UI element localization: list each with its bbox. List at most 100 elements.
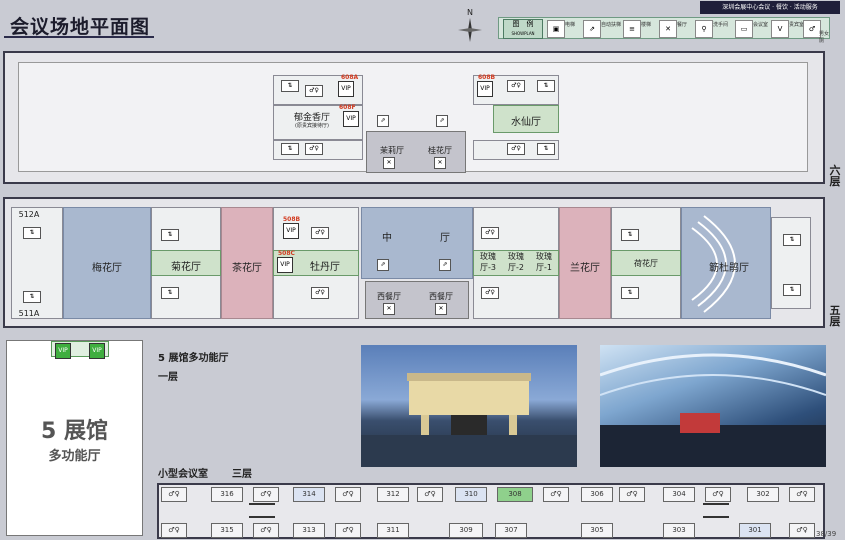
restroom-icon: ♂♀ bbox=[161, 487, 187, 502]
restroom-icon: ♂♀ bbox=[789, 487, 815, 502]
meeting-room-302[interactable]: 302 bbox=[747, 487, 779, 502]
vip-room-icon: V bbox=[771, 20, 789, 38]
restroom-icon: ♂♀ bbox=[161, 523, 187, 538]
legend-item: 电梯 bbox=[565, 22, 576, 28]
stairs-icon: ⇅ bbox=[23, 227, 41, 239]
stairs-icon: ⇅ bbox=[783, 284, 801, 296]
room-meihua: 梅花厅 bbox=[92, 263, 122, 274]
hall-5-name: 5 展馆 bbox=[41, 419, 108, 444]
meeting-room-308[interactable]: 308 bbox=[497, 487, 533, 502]
room-shuixian: 水仙厅 bbox=[511, 117, 541, 128]
restroom-icon: ♂♀ bbox=[311, 227, 329, 239]
room-code: 608B bbox=[478, 74, 496, 81]
legend-item: 洗手间 bbox=[713, 22, 729, 28]
room-note: (原贵宾接待厅) bbox=[295, 123, 329, 129]
escalator-icon: ⇗ bbox=[439, 259, 451, 271]
compass-icon: N bbox=[456, 6, 484, 44]
stairs-icon: ⇅ bbox=[281, 80, 299, 92]
legend-title-text: 图 例 bbox=[512, 20, 534, 28]
restroom-icon: ♂♀ bbox=[507, 143, 525, 155]
stairs-icon: ⇅ bbox=[281, 143, 299, 155]
vip-icon: VIP bbox=[277, 257, 293, 273]
room-code: 508C bbox=[278, 250, 295, 257]
room-code: 608F bbox=[339, 104, 356, 111]
meeting-room-315[interactable]: 315 bbox=[211, 523, 243, 538]
room-meigui-2: 玫瑰厅-2 bbox=[508, 252, 524, 272]
escalator-icon: ⇗ bbox=[583, 20, 601, 38]
room-zhong: 中 bbox=[382, 233, 392, 244]
restaurant-icon: ✕ bbox=[435, 303, 447, 315]
meeting-room-307[interactable]: 307 bbox=[495, 523, 527, 538]
title-underline bbox=[4, 36, 154, 38]
room-guihua[interactable]: 桂花厅 bbox=[423, 145, 457, 156]
room-xican-1[interactable]: 西餐厅 bbox=[371, 291, 407, 302]
compass-label: N bbox=[467, 8, 473, 17]
meeting-room-310[interactable]: 310 bbox=[455, 487, 487, 502]
room-code: 608A bbox=[341, 74, 359, 81]
stairs-icon: ⇅ bbox=[783, 234, 801, 246]
floor-5-plan: 512A 511A ⇅ ⇅ 梅花厅 菊花厅 ⇅ ⇅ 茶花厅 牡丹厅 VIP 50… bbox=[3, 197, 825, 328]
restroom-icon: ♂♀ bbox=[253, 487, 279, 502]
meeting-room-301[interactable]: 301 bbox=[739, 523, 771, 538]
floor-3-plan: ♂♀ 316 ♂♀ 314 ♂♀ 312 ♂♀ 310 308 ♂♀ 306 ♂… bbox=[157, 483, 825, 539]
room-molihua[interactable]: 茉莉厅 bbox=[375, 145, 409, 156]
legend-item: 贵宾室 bbox=[789, 22, 805, 28]
floor-5-label: 五层 bbox=[829, 304, 841, 328]
legend-item: 会议室 bbox=[753, 22, 769, 28]
vip-icon: VIP bbox=[343, 111, 359, 127]
meeting-room-311[interactable]: 311 bbox=[377, 523, 409, 538]
meeting-room-314[interactable]: 314 bbox=[293, 487, 325, 502]
legend: 图 例 SHOWPLAN ▣ 电梯 ⇗ 自动扶梯 ≡ 楼梯 ✕ 餐厅 ⚲ 洗手间… bbox=[498, 17, 830, 44]
restroom-icon: ♂♀ bbox=[305, 143, 323, 155]
legend-item: 楼梯 bbox=[641, 22, 652, 28]
meeting-room-305[interactable]: 305 bbox=[581, 523, 613, 538]
room-chahua: 茶花厅 bbox=[232, 263, 262, 274]
restaurant-icon: ✕ bbox=[659, 20, 677, 38]
restroom-icon: ♂♀ bbox=[253, 523, 279, 538]
restroom-icon: ♂♀ bbox=[481, 287, 499, 299]
restroom-icon: ♂♀ bbox=[481, 227, 499, 239]
room-meigui-3: 玫瑰厅-3 bbox=[480, 252, 496, 272]
room-code: 512A bbox=[18, 210, 40, 219]
legend-item: 男女厕 bbox=[819, 31, 830, 44]
stairs-icon: ≡ bbox=[623, 20, 641, 38]
meeting-room-306[interactable]: 306 bbox=[581, 487, 613, 502]
brand-banner: 深圳会展中心会议 · 餐饮 · 活动服务 bbox=[700, 1, 840, 14]
vip-icon: VIP bbox=[477, 81, 493, 97]
escalator-icon: ⇗ bbox=[377, 259, 389, 271]
restroom-icon: ♂♀ bbox=[335, 487, 361, 502]
restroom-icon: ♂♀ bbox=[305, 85, 323, 97]
stairs-icon: ⇅ bbox=[537, 143, 555, 155]
room-dujuan: 簕杜鹃厅 bbox=[709, 263, 749, 274]
legend-title-en: SHOWPLAN bbox=[511, 31, 535, 36]
hall-5-floor-label: 一层 bbox=[158, 372, 178, 383]
building-exterior-photo bbox=[361, 345, 577, 467]
meeting-room-303[interactable]: 303 bbox=[663, 523, 695, 538]
meeting-room-309[interactable]: 309 bbox=[449, 523, 483, 538]
vip-icon: VIP bbox=[283, 223, 299, 239]
page-title: 会议场地平面图 bbox=[10, 16, 151, 38]
restroom-icon: ♂♀ bbox=[335, 523, 361, 538]
vip-icon: VIP bbox=[55, 343, 71, 359]
meeting-room-312[interactable]: 312 bbox=[377, 487, 409, 502]
restroom-icon: ♂♀ bbox=[619, 487, 645, 502]
meeting-room-316[interactable]: 316 bbox=[211, 487, 243, 502]
stairs-icon: ⇅ bbox=[161, 229, 179, 241]
stairs-icon bbox=[249, 503, 275, 518]
room-xican-2[interactable]: 西餐厅 bbox=[423, 291, 459, 302]
restroom-icon: ♂♀ bbox=[789, 523, 815, 538]
meeting-room-313[interactable]: 313 bbox=[293, 523, 325, 538]
vip-icon: VIP bbox=[338, 81, 354, 97]
restroom-icon: ♂♀ bbox=[543, 487, 569, 502]
meeting-room-icon: ▭ bbox=[735, 20, 753, 38]
elevator-icon: ▣ bbox=[547, 20, 565, 38]
escalator-icon: ⇗ bbox=[436, 115, 448, 127]
floor-6-label: 六层 bbox=[829, 164, 841, 188]
room-mudan: 牡丹厅 bbox=[310, 262, 340, 273]
room-meigui-1: 玫瑰厅-1 bbox=[536, 252, 552, 272]
room-lanhua: 兰花厅 bbox=[570, 263, 600, 274]
meeting-room-304[interactable]: 304 bbox=[663, 487, 695, 502]
restroom-icon: ♂♀ bbox=[417, 487, 443, 502]
restaurant-icon: ✕ bbox=[383, 157, 395, 169]
legend-item: 餐厅 bbox=[677, 22, 688, 28]
